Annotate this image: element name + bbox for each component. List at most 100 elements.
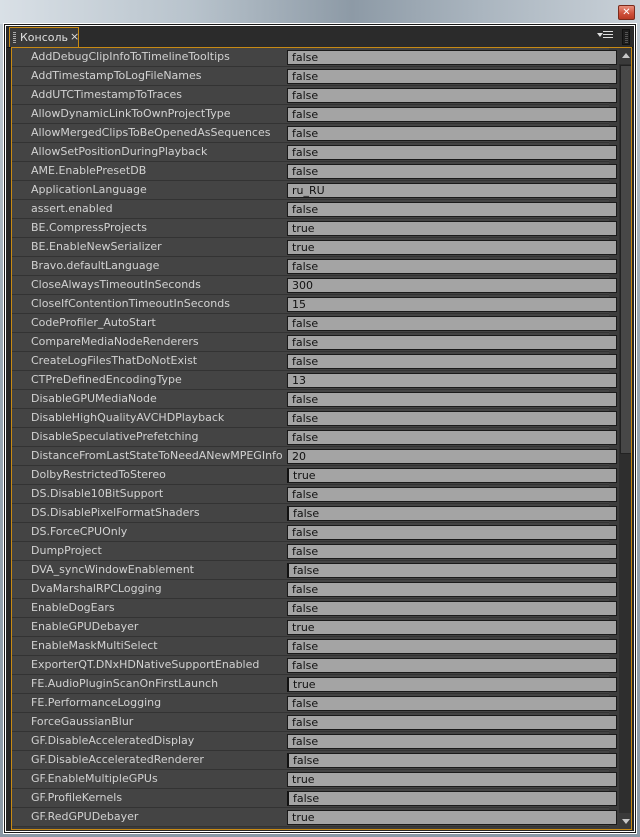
setting-row[interactable]: GF.DisableAcceleratedRenderer false — [12, 751, 617, 770]
setting-row[interactable]: AllowDynamicLinkToOwnProjectType false — [12, 105, 617, 124]
setting-row[interactable]: ExporterQT.DNxHDNativeSupportEnabled fals… — [12, 656, 617, 675]
setting-key: DolbyRestrictedToStereo — [31, 468, 166, 481]
setting-value-field[interactable]: false — [287, 715, 617, 730]
setting-row[interactable]: AddTimestampToLogFileNames false — [12, 67, 617, 86]
setting-row[interactable]: AddDebugClipInfoToTimelineTooltips false — [12, 48, 617, 67]
setting-value-field[interactable]: true — [287, 221, 617, 236]
setting-value-field[interactable]: 20 — [287, 449, 617, 464]
panel-resize-grip[interactable] — [622, 29, 630, 45]
tab-close-button[interactable]: × — [70, 27, 79, 46]
setting-value-field[interactable]: false — [287, 259, 617, 274]
setting-value-field[interactable]: 13 — [287, 373, 617, 388]
setting-value-field[interactable]: true — [287, 240, 617, 255]
setting-key: ForceGaussianBlur — [31, 715, 134, 728]
setting-row[interactable]: DisableSpeculativePrefetching false — [12, 428, 617, 447]
setting-row[interactable]: DisableHighQualityAVCHDPlayback false — [12, 409, 617, 428]
setting-row[interactable]: EnableGPUDebayer true — [12, 618, 617, 637]
setting-row[interactable]: AddUTCTimestampToTraces false — [12, 86, 617, 105]
setting-value-field[interactable]: false — [287, 392, 617, 407]
setting-row[interactable]: EnableMaskMultiSelect false — [12, 637, 617, 656]
setting-row[interactable]: FE.AudioPluginScanOnFirstLaunch true — [12, 675, 617, 694]
setting-row[interactable]: EnableDogEars false — [12, 599, 617, 618]
setting-value-field[interactable]: false — [287, 582, 617, 597]
setting-value-field[interactable]: false — [287, 202, 617, 217]
setting-value-field[interactable]: false — [287, 696, 617, 711]
setting-row[interactable]: AllowMergedClipsToBeOpenedAsSequences fal… — [12, 124, 617, 143]
setting-value-field[interactable]: false — [287, 335, 617, 350]
setting-row[interactable]: CloseAlwaysTimeoutInSeconds 300 — [12, 276, 617, 295]
setting-row[interactable]: GF.DisableAcceleratedDisplay false — [12, 732, 617, 751]
setting-key: GF.EnableMultipleGPUs — [31, 772, 158, 785]
setting-value-field[interactable]: 300 — [287, 278, 617, 293]
setting-row[interactable]: DisableGPUMediaNode false — [12, 390, 617, 409]
setting-row[interactable]: AllowSetPositionDuringPlayback false — [12, 143, 617, 162]
setting-row[interactable]: FE.PerformanceLogging false — [12, 694, 617, 713]
setting-value-field[interactable]: false — [287, 316, 617, 331]
setting-value-field[interactable]: true — [287, 810, 617, 825]
setting-value-field[interactable]: false — [287, 753, 617, 768]
setting-row[interactable]: DS.DisablePixelFormatShaders false — [12, 504, 617, 523]
setting-value-field[interactable]: true — [287, 772, 617, 787]
tab-console[interactable]: Консоль × — [9, 27, 79, 47]
setting-value-field[interactable]: true — [287, 620, 617, 635]
setting-row[interactable]: DS.Disable10BitSupport false — [12, 485, 617, 504]
setting-value-field[interactable]: false — [287, 411, 617, 426]
setting-value-field[interactable]: false — [287, 126, 617, 141]
setting-value-field[interactable]: false — [287, 430, 617, 445]
vertical-scrollbar[interactable] — [619, 48, 631, 829]
setting-key: DVA_syncWindowEnablement — [31, 563, 194, 576]
setting-value-field[interactable]: false — [287, 658, 617, 673]
scroll-down-button[interactable] — [619, 813, 631, 829]
setting-value-field[interactable]: false — [287, 734, 617, 749]
setting-value-field[interactable]: false — [287, 487, 617, 502]
setting-value-field[interactable]: false — [287, 88, 617, 103]
scroll-up-button[interactable] — [619, 48, 631, 64]
setting-row[interactable]: DistanceFromLastStateToNeedANewMPEGInfo 2… — [12, 447, 617, 466]
setting-value-field[interactable]: false — [287, 354, 617, 369]
setting-value-field[interactable]: true — [287, 468, 617, 483]
setting-value-field[interactable]: false — [287, 639, 617, 654]
setting-value-field[interactable]: ru_RU — [287, 183, 617, 198]
setting-row[interactable]: DVA_syncWindowEnablement false — [12, 561, 617, 580]
setting-row[interactable]: ApplicationLanguage ru_RU — [12, 181, 617, 200]
setting-row[interactable]: CompareMediaNodeRenderers false — [12, 333, 617, 352]
setting-row[interactable]: BE.EnableNewSerializer true — [12, 238, 617, 257]
setting-row[interactable]: DvaMarshalRPCLogging false — [12, 580, 617, 599]
setting-value-field[interactable]: false — [287, 50, 617, 65]
setting-row[interactable]: DumpProject false — [12, 542, 617, 561]
setting-value-field[interactable]: false — [287, 544, 617, 559]
setting-row[interactable]: DS.ForceCPUOnly false — [12, 523, 617, 542]
setting-row[interactable]: CodeProfiler_AutoStart false — [12, 314, 617, 333]
setting-value-field[interactable]: false — [287, 69, 617, 84]
panel-menu-button[interactable] — [597, 30, 615, 42]
setting-value-field[interactable]: false — [287, 164, 617, 179]
setting-key: CreateLogFilesThatDoNotExist — [31, 354, 198, 367]
setting-row[interactable]: GF.EnableMultipleGPUs true — [12, 770, 617, 789]
setting-value-field[interactable]: false — [287, 563, 617, 578]
setting-row[interactable]: GF.RedGPUDebayer true — [12, 808, 617, 827]
setting-row[interactable]: GF.ProfileKernels false — [12, 789, 617, 808]
setting-key: AllowSetPositionDuringPlayback — [31, 145, 208, 158]
setting-value-field[interactable]: false — [287, 145, 617, 160]
tab-label: Консоль — [20, 31, 69, 44]
tab-grip-icon[interactable] — [13, 32, 16, 43]
setting-row[interactable]: DolbyRestrictedToStereo true — [12, 466, 617, 485]
window-titlebar[interactable]: ✕ — [0, 0, 640, 24]
scroll-thumb[interactable] — [620, 65, 631, 454]
setting-row[interactable]: CloseIfContentionTimeoutInSeconds 15 — [12, 295, 617, 314]
setting-row[interactable]: CTPreDefinedEncodingType 13 — [12, 371, 617, 390]
setting-value-field[interactable]: true — [287, 677, 617, 692]
setting-row[interactable]: ForceGaussianBlur false — [12, 713, 617, 732]
setting-row[interactable]: Bravo.defaultLanguage false — [12, 257, 617, 276]
setting-row[interactable]: CreateLogFilesThatDoNotExist false — [12, 352, 617, 371]
setting-value-field[interactable]: false — [287, 525, 617, 540]
setting-value-field[interactable]: false — [287, 791, 617, 806]
window-close-button[interactable]: ✕ — [618, 5, 635, 20]
setting-value-field[interactable]: false — [287, 107, 617, 122]
setting-value-field[interactable]: 15 — [287, 297, 617, 312]
setting-value-field[interactable]: false — [287, 506, 617, 521]
setting-row[interactable]: BE.CompressProjects true — [12, 219, 617, 238]
setting-row[interactable]: assert.enabled false — [12, 200, 617, 219]
setting-value-field[interactable]: false — [287, 601, 617, 616]
setting-row[interactable]: AME.EnablePresetDB false — [12, 162, 617, 181]
